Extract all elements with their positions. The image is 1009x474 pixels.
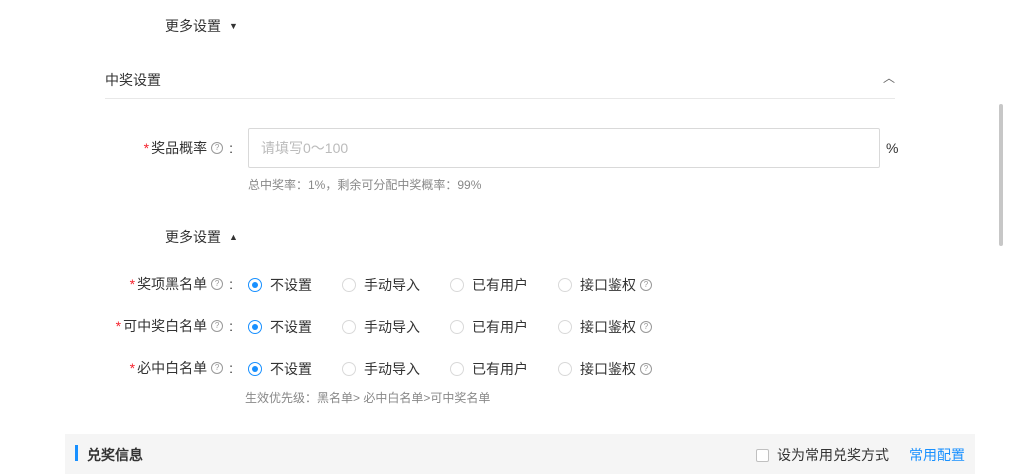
radio-circle[interactable] [342,278,356,292]
colon: : [229,360,233,376]
probability-hint: 总中奖率：1%，剩余可分配中奖概率：99% [248,178,482,192]
radio-option[interactable]: 手动导入 [342,317,420,337]
help-icon[interactable]: ? [211,320,224,332]
radio-option[interactable]: 已有用户 [450,275,528,295]
help-icon[interactable]: ? [211,278,224,290]
help-icon[interactable]: ? [640,363,652,375]
radio-option-label: 已有用户 [472,361,528,377]
radio-option-label: 接口鉴权 [580,361,636,377]
probability-label-text: 奖品概率 [151,140,208,156]
help-icon[interactable]: ? [211,142,224,154]
redeem-info-title: 兑奖信息 [87,447,143,463]
radio-option-label: 已有用户 [472,319,528,335]
row-label-text: 奖项黑名单 [137,276,208,292]
prize-settings-header: 中奖设置 ︿ [105,70,895,99]
radio-option-label: 手动导入 [364,319,420,335]
radio-option[interactable]: 接口鉴权? [558,317,652,337]
radio-circle[interactable] [450,278,464,292]
radio-circle[interactable] [342,320,356,334]
help-icon[interactable]: ? [640,279,652,291]
radio-option[interactable]: 接口鉴权? [558,359,652,379]
radio-circle[interactable] [450,320,464,334]
radio-option[interactable]: 不设置 [248,359,312,379]
radio-option[interactable]: 不设置 [248,275,312,295]
caret-down-icon: ▼ [229,21,238,31]
more-settings-label: 更多设置 [165,18,221,34]
radio-option[interactable]: 已有用户 [450,317,528,337]
probability-label: * 奖品概率 ? : [120,138,233,158]
set-default-label: 设为常用兑奖方式 [777,447,889,463]
probability-input[interactable] [248,128,880,168]
radio-circle[interactable] [558,278,572,292]
scrollbar-track[interactable] [1003,0,1009,472]
percent-unit: % [886,140,899,156]
priority-hint: 生效优先级：黑名单> 必中白名单>可中奖名单 [245,391,491,405]
radio-option-label: 手动导入 [364,361,420,377]
required-mark: * [129,360,136,376]
row-label-text: 必中白名单 [137,360,208,376]
redeem-actions: 设为常用兑奖方式 常用配置 [756,445,965,465]
radio-option-label: 不设置 [270,277,312,293]
radio-option-label: 不设置 [270,319,312,335]
radio-option[interactable]: 手动导入 [342,275,420,295]
set-default-checkbox[interactable]: 设为常用兑奖方式 [756,445,889,465]
help-icon[interactable]: ? [640,321,652,333]
radio-option-label: 接口鉴权 [580,319,636,335]
row-label-text: 可中奖白名单 [123,318,208,334]
radio-circle[interactable] [248,320,262,334]
required-mark: * [115,318,122,334]
radio-circle[interactable] [248,362,262,376]
more-settings-label: 更多设置 [165,229,221,245]
checkbox-box[interactable] [756,448,769,462]
section-accent-bar [75,445,78,461]
radio-option[interactable]: 不设置 [248,317,312,337]
radio-option[interactable]: 接口鉴权? [558,275,652,295]
radio-circle[interactable] [558,362,572,376]
help-icon[interactable]: ? [211,362,224,374]
radio-circle[interactable] [558,320,572,334]
colon: : [229,276,233,292]
radio-option[interactable]: 手动导入 [342,359,420,379]
colon: : [229,140,233,156]
chevron-up-icon[interactable]: ︿ [883,70,895,86]
caret-up-icon: ▲ [229,232,238,242]
section-title: 中奖设置 [105,72,161,88]
scrollbar-thumb[interactable] [999,104,1003,246]
common-config-link[interactable]: 常用配置 [909,445,965,465]
required-mark: * [129,276,136,292]
redeem-info-section: 兑奖信息 设为常用兑奖方式 常用配置 [65,434,975,474]
radio-option[interactable]: 已有用户 [450,359,528,379]
radio-circle[interactable] [450,362,464,376]
radio-circle[interactable] [248,278,262,292]
more-settings-toggle[interactable]: 更多设置 ▲ [165,227,238,247]
radio-option-label: 手动导入 [364,277,420,293]
required-mark: * [143,140,150,156]
radio-row-label: * 奖项黑名单?: [100,274,233,294]
radio-option-label: 不设置 [270,361,312,377]
radio-option-label: 接口鉴权 [580,277,636,293]
radio-option-label: 已有用户 [472,277,528,293]
colon: : [229,318,233,334]
radio-circle[interactable] [342,362,356,376]
radio-row-label: * 必中白名单?: [100,358,233,378]
more-settings-toggle-top[interactable]: 更多设置 ▼ [165,16,238,36]
radio-row-label: * 可中奖白名单?: [100,316,233,336]
